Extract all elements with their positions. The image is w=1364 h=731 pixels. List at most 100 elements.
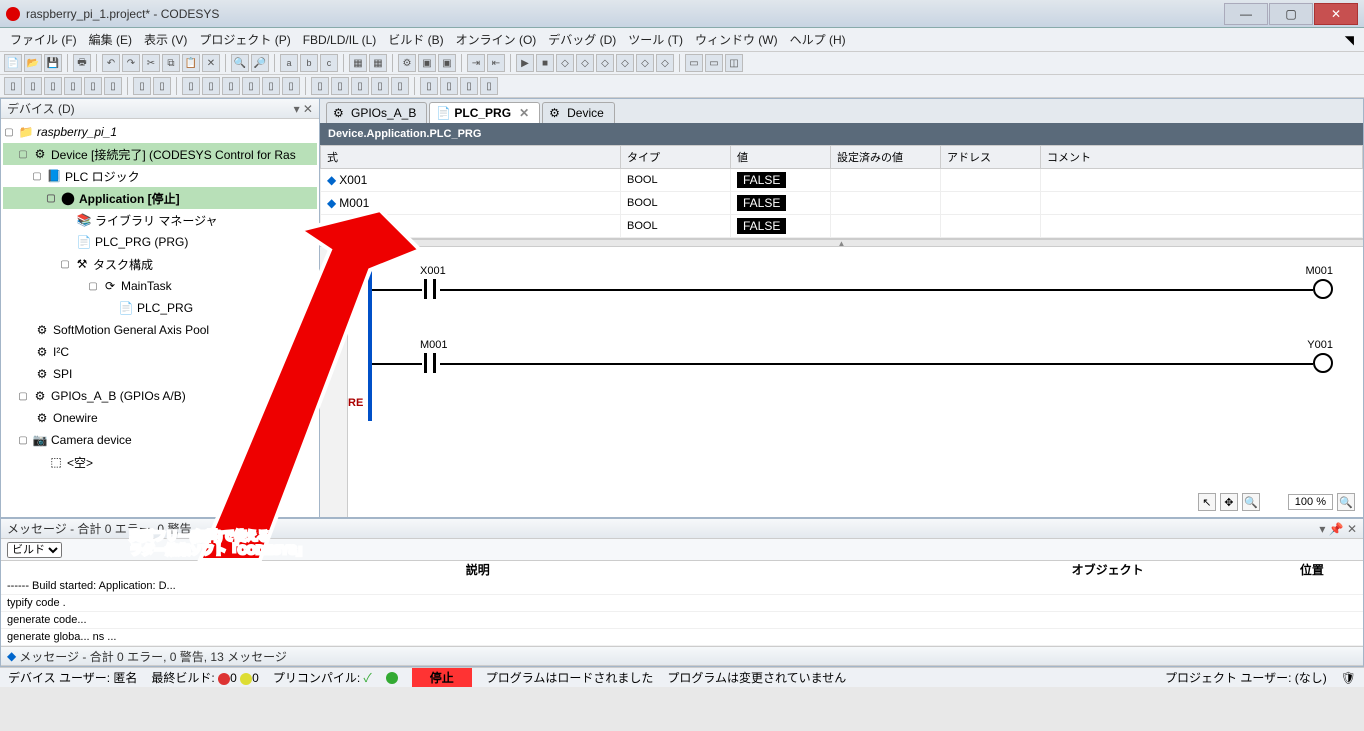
- tb-d6-icon[interactable]: ◇: [656, 54, 674, 72]
- tb-copy-icon[interactable]: ⧉: [162, 54, 180, 72]
- tab-plcprg[interactable]: 📄PLC_PRG✕: [429, 102, 540, 123]
- tb-lib-icon[interactable]: ▦: [369, 54, 387, 72]
- zoom-dd-icon[interactable]: 🔍: [1337, 493, 1355, 511]
- tb2-c-icon[interactable]: ▯: [44, 77, 62, 95]
- tree-gpios[interactable]: ▢⚙GPIOs_A_B (GPIOs A/B): [3, 385, 317, 407]
- tb2-j-icon[interactable]: ▯: [202, 77, 220, 95]
- tb-run-icon[interactable]: ▶: [516, 54, 534, 72]
- menu-tools[interactable]: ツール (T): [622, 29, 689, 50]
- tb2-l-icon[interactable]: ▯: [242, 77, 260, 95]
- var-col-prepared[interactable]: 設定済みの値: [831, 146, 941, 169]
- menu-debug[interactable]: デバッグ (D): [542, 29, 622, 50]
- tab-device[interactable]: ⚙Device: [542, 102, 615, 123]
- ladder-editor[interactable]: 1 X001 M001 M001 Y001 RE ↖ ✥ 🔍 100 %: [320, 247, 1363, 517]
- tb-g2-icon[interactable]: ▣: [438, 54, 456, 72]
- close-button[interactable]: ✕: [1314, 3, 1358, 25]
- tb2-u-icon[interactable]: ▯: [440, 77, 458, 95]
- tb2-t-icon[interactable]: ▯: [420, 77, 438, 95]
- tb-c-icon[interactable]: c: [320, 54, 338, 72]
- tb2-n-icon[interactable]: ▯: [282, 77, 300, 95]
- tree-i2c[interactable]: ⚙I²C: [3, 341, 317, 363]
- zoom-value[interactable]: 100 %: [1288, 494, 1333, 510]
- tree-camera[interactable]: ▢📷Camera device: [3, 429, 317, 451]
- tree-plcprg[interactable]: 📄PLC_PRG (PRG): [3, 231, 317, 253]
- tb-cut-icon[interactable]: ✂: [142, 54, 160, 72]
- tb-paste-icon[interactable]: 📋: [182, 54, 200, 72]
- rung2-contact[interactable]: [420, 353, 440, 373]
- tb-login-icon[interactable]: ⇥: [467, 54, 485, 72]
- tb2-p-icon[interactable]: ▯: [331, 77, 349, 95]
- menu-project[interactable]: プロジェクト (P): [193, 29, 296, 50]
- tb-save-icon[interactable]: 💾: [44, 54, 62, 72]
- var-row-0[interactable]: ◆ X001BOOLFALSE: [321, 169, 1363, 192]
- tb2-o-icon[interactable]: ▯: [311, 77, 329, 95]
- var-row-1[interactable]: ◆ M001BOOLFALSE: [321, 192, 1363, 215]
- tb2-g-icon[interactable]: ▯: [133, 77, 151, 95]
- tb2-e-icon[interactable]: ▯: [84, 77, 102, 95]
- tree-maintask[interactable]: ▢⟳MainTask: [3, 275, 317, 297]
- tree-softmotion[interactable]: ⚙SoftMotion General Axis Pool: [3, 319, 317, 341]
- tb2-d-icon[interactable]: ▯: [64, 77, 82, 95]
- tb-g1-icon[interactable]: ▣: [418, 54, 436, 72]
- tb-e2-icon[interactable]: ▭: [705, 54, 723, 72]
- menu-edit[interactable]: 編集 (E): [83, 29, 138, 50]
- tree-empty[interactable]: ⬚<空>: [3, 451, 317, 473]
- tree-root[interactable]: ▢📁raspberry_pi_1: [3, 121, 317, 143]
- pan-tool-icon[interactable]: ✥: [1220, 493, 1238, 511]
- messages-category[interactable]: ビルド: [7, 542, 62, 558]
- zoom-tool-icon[interactable]: 🔍: [1242, 493, 1260, 511]
- var-col-value[interactable]: 値: [731, 146, 831, 169]
- tb-b-icon[interactable]: b: [300, 54, 318, 72]
- tb2-b-icon[interactable]: ▯: [24, 77, 42, 95]
- rung2-coil[interactable]: [1313, 353, 1333, 373]
- messages-list[interactable]: ------ Build started: Application: D... …: [1, 578, 1363, 646]
- var-row-2[interactable]: ◆ Y001BOOLFALSE: [321, 215, 1363, 238]
- menu-chevron-icon[interactable]: ◥: [1339, 31, 1360, 49]
- var-col-address[interactable]: アドレス: [941, 146, 1041, 169]
- var-col-type[interactable]: タイプ: [621, 146, 731, 169]
- tb-e3-icon[interactable]: ◫: [725, 54, 743, 72]
- minimize-button[interactable]: —: [1224, 3, 1268, 25]
- tree-library[interactable]: 📚ライブラリ マネージャ: [3, 209, 317, 231]
- tab-close-icon[interactable]: ✕: [519, 106, 529, 120]
- menu-build[interactable]: ビルド (B): [382, 29, 449, 50]
- tb-a-icon[interactable]: a: [280, 54, 298, 72]
- var-col-comment[interactable]: コメント: [1041, 146, 1363, 169]
- var-col-expr[interactable]: 式: [321, 146, 621, 169]
- tb2-m-icon[interactable]: ▯: [262, 77, 280, 95]
- tb-open-icon[interactable]: 📂: [24, 54, 42, 72]
- tree-plc-logic[interactable]: ▢📘PLC ロジック: [3, 165, 317, 187]
- tb2-k-icon[interactable]: ▯: [222, 77, 240, 95]
- tb-print-icon[interactable]: 🖶: [73, 54, 91, 72]
- tb2-f-icon[interactable]: ▯: [104, 77, 122, 95]
- tb2-q-icon[interactable]: ▯: [351, 77, 369, 95]
- var-table[interactable]: 式 タイプ 値 設定済みの値 アドレス コメント ◆ X001BOOLFALSE…: [320, 145, 1363, 239]
- menu-file[interactable]: ファイル (F): [4, 29, 83, 50]
- tb2-a-icon[interactable]: ▯: [4, 77, 22, 95]
- msg-row-3[interactable]: generate globa... ns ...: [1, 629, 1363, 646]
- tb-d5-icon[interactable]: ◇: [636, 54, 654, 72]
- tb-findnext-icon[interactable]: 🔎: [251, 54, 269, 72]
- rung1-coil[interactable]: [1313, 279, 1333, 299]
- menu-fbd[interactable]: FBD/LD/IL (L): [297, 31, 383, 49]
- tb-logout-icon[interactable]: ⇤: [487, 54, 505, 72]
- tb2-h-icon[interactable]: ▯: [153, 77, 171, 95]
- tree-task-config[interactable]: ▢⚒タスク構成: [3, 253, 317, 275]
- tb2-s-icon[interactable]: ▯: [391, 77, 409, 95]
- tb-e1-icon[interactable]: ▭: [685, 54, 703, 72]
- tb-d2-icon[interactable]: ◇: [576, 54, 594, 72]
- tree-device[interactable]: ▢⚙Device [接続完了] (CODESYS Control for Ras: [3, 143, 317, 165]
- tb-delete-icon[interactable]: ✕: [202, 54, 220, 72]
- pointer-tool-icon[interactable]: ↖: [1198, 493, 1216, 511]
- msg-row-0[interactable]: ------ Build started: Application: D...: [1, 578, 1363, 595]
- menu-online[interactable]: オンライン (O): [450, 29, 543, 50]
- menu-view[interactable]: 表示 (V): [138, 29, 193, 50]
- tb-build-icon[interactable]: ▦: [349, 54, 367, 72]
- msg-row-1[interactable]: typify code .: [1, 595, 1363, 612]
- menu-help[interactable]: ヘルプ (H): [784, 29, 852, 50]
- msg-col-pos[interactable]: 位置: [1261, 561, 1363, 578]
- tree-plcprg2[interactable]: 📄PLC_PRG: [3, 297, 317, 319]
- tb-config-icon[interactable]: ⚙: [398, 54, 416, 72]
- pin-icon[interactable]: ▾ ✕: [294, 102, 313, 116]
- msg-col-obj[interactable]: オブジェクト: [954, 561, 1260, 578]
